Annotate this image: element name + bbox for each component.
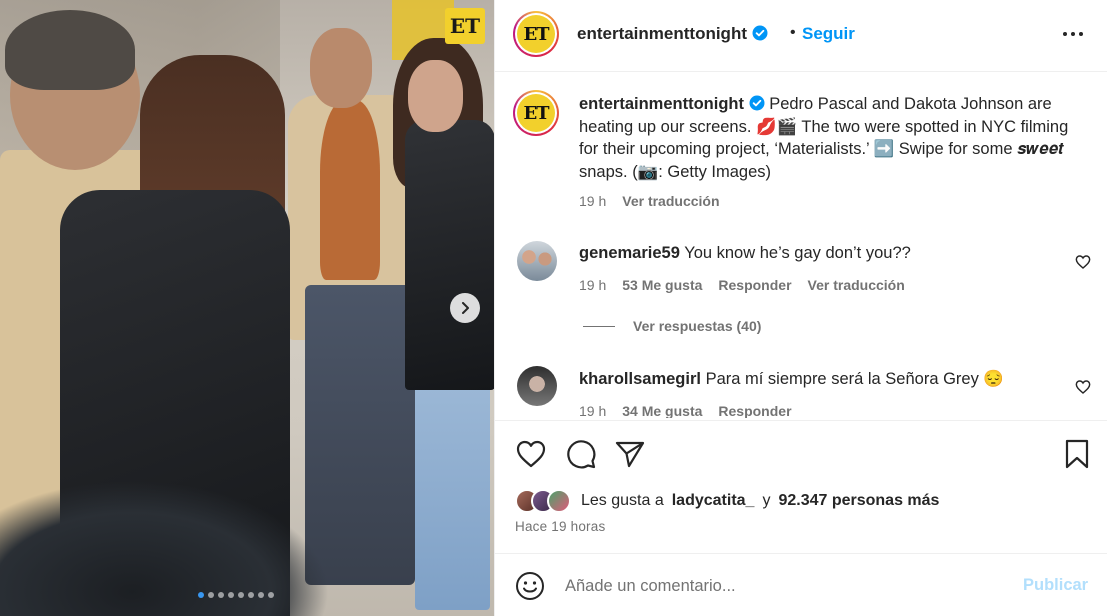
post-timestamp[interactable]: Hace 19 horas (515, 519, 605, 534)
post-header: ET entertainmenttonight • Seguir (495, 0, 1107, 72)
publish-button[interactable]: Publicar (1023, 576, 1088, 595)
comment-body: genemarie59 You know he’s gay don’t you?… (579, 242, 1069, 265)
et-logo-badge: ET (445, 8, 485, 44)
carousel-dots (198, 592, 274, 598)
post-side-panel: ET entertainmenttonight • Seguir ET ente… (494, 0, 1107, 616)
carousel-dot (258, 592, 264, 598)
carousel-dot (238, 592, 244, 598)
comment-input[interactable] (565, 572, 1005, 600)
share-icon[interactable] (614, 438, 646, 470)
account-avatar[interactable]: ET (513, 11, 559, 57)
caption-meta: 19 h Ver traducción (579, 193, 720, 209)
comment-time: 19 h (579, 403, 607, 418)
comment-meta: 19 h 34 Me gusta Responder (579, 403, 792, 418)
comment-username[interactable]: kharollsamegirl (579, 370, 701, 388)
likes-prefix: Les gusta a (581, 492, 664, 509)
heart-icon[interactable] (515, 438, 547, 470)
carousel-dot (268, 592, 274, 598)
liker-avatar[interactable] (547, 489, 571, 513)
carousel-dot (208, 592, 214, 598)
comment-time: 19 h (579, 277, 607, 293)
comment-meta: 19 h 53 Me gusta Responder Ver traducció… (579, 277, 905, 293)
post-photo[interactable]: ET (0, 0, 494, 616)
caption-username[interactable]: entertainmenttonight (579, 95, 744, 113)
comment-likes-count[interactable]: 53 Me gusta (622, 277, 702, 293)
photo-figure (320, 100, 380, 280)
verified-icon (749, 95, 765, 111)
carousel-next-button[interactable] (450, 293, 480, 323)
photo-figure (405, 120, 494, 390)
verified-icon (752, 25, 768, 41)
comment-text: Para mí siempre será la Señora Grey 😔 (705, 370, 1004, 388)
header-separator: • (790, 24, 796, 41)
comment-icon[interactable] (565, 438, 597, 470)
comment-avatar[interactable] (517, 241, 557, 281)
account-username[interactable]: entertainmenttonight (577, 24, 747, 43)
caption-translate-link[interactable]: Ver traducción (622, 193, 719, 209)
caption: entertainmenttonight Pedro Pascal and Da… (579, 93, 1069, 183)
comment-reply-link[interactable]: Responder (718, 403, 791, 418)
carousel-dot (228, 592, 234, 598)
photo-figure (310, 28, 372, 108)
bookmark-icon[interactable] (1061, 438, 1093, 470)
caption-time: 19 h (579, 193, 607, 209)
carousel-dot (218, 592, 224, 598)
next-arrow-icon (462, 302, 469, 314)
comment-avatar[interactable] (517, 366, 557, 406)
photo-figure (5, 10, 135, 90)
photo-car (0, 480, 330, 616)
post-actions: Les gusta a ladycatita_ y 92.347 persona… (495, 420, 1107, 555)
view-replies-button[interactable]: Ver respuestas (40) (583, 318, 761, 334)
comment-reply-link[interactable]: Responder (718, 277, 791, 293)
carousel-dot (248, 592, 254, 598)
caption-avatar[interactable]: ET (513, 90, 559, 136)
comment-likes-count[interactable]: 34 Me gusta (622, 403, 702, 418)
carousel-dot (198, 592, 204, 598)
comment-translate-link[interactable]: Ver traducción (808, 277, 905, 293)
comment-text: You know he’s gay don’t you?? (684, 244, 911, 262)
photo-figure (408, 60, 463, 132)
view-replies-label: Ver respuestas (40) (633, 318, 762, 334)
more-options-icon[interactable] (1061, 26, 1085, 42)
likes-summary: Les gusta a ladycatita_ y 92.347 persona… (515, 489, 939, 513)
comment-username[interactable]: genemarie59 (579, 244, 680, 262)
emoji-icon[interactable] (515, 571, 545, 601)
follow-button[interactable]: Seguir (802, 24, 855, 44)
comments-section[interactable]: ET entertainmenttonight Pedro Pascal and… (495, 73, 1107, 418)
comment-body: kharollsamegirl Para mí siempre será la … (579, 368, 1069, 391)
likes-user-link[interactable]: ladycatita_ (672, 492, 755, 510)
comment-like-heart-icon[interactable] (1075, 254, 1091, 270)
liker-avatars (515, 489, 571, 513)
likes-count-link[interactable]: 92.347 personas más (778, 492, 939, 510)
add-comment-bar: Publicar (495, 553, 1107, 616)
comment-like-heart-icon[interactable] (1075, 379, 1091, 395)
replies-divider (583, 325, 615, 327)
likes-conj: y (762, 492, 771, 509)
photo-figure (415, 370, 490, 610)
